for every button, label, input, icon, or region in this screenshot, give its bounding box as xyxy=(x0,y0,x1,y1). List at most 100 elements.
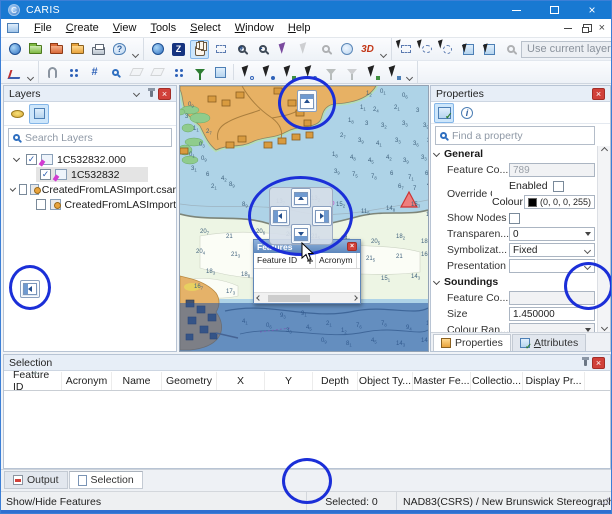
select-page-button[interactable] xyxy=(384,63,403,82)
open-button[interactable] xyxy=(26,40,45,59)
column-header[interactable]: Collectio... xyxy=(471,372,523,390)
checkbox[interactable]: ✓ xyxy=(40,169,51,180)
checkbox[interactable] xyxy=(19,184,27,195)
features-close-button[interactable]: × xyxy=(347,242,357,251)
column-header[interactable]: Name xyxy=(112,372,162,390)
new-workspace-button[interactable] xyxy=(5,40,24,59)
scroll-left-button[interactable] xyxy=(254,293,264,303)
import-button[interactable] xyxy=(47,40,66,59)
tree-row[interactable]: ✓ 1C532832 xyxy=(4,167,176,182)
column-header[interactable]: Y xyxy=(265,372,313,390)
vertical-scrollbar[interactable] xyxy=(597,146,610,332)
column-header[interactable]: Acronym xyxy=(62,372,112,390)
clear-filter-button[interactable] xyxy=(342,63,361,82)
colour-picker[interactable]: (0, 0, 0, 255) xyxy=(524,195,595,209)
pin-button[interactable] xyxy=(145,88,158,100)
menu-tools[interactable]: Tools xyxy=(143,20,183,36)
attach-feature-button[interactable] xyxy=(43,63,62,82)
section-general[interactable]: General xyxy=(431,146,597,162)
menu-window[interactable]: Window xyxy=(228,20,281,36)
enabled-checkbox[interactable] xyxy=(553,181,564,192)
symbolization-combo[interactable]: Fixed xyxy=(509,243,595,257)
select-query-button[interactable] xyxy=(300,63,319,82)
dock-center-bottom-button[interactable] xyxy=(291,224,311,244)
properties-close-button[interactable]: × xyxy=(592,88,605,100)
show-nodes-checkbox[interactable] xyxy=(509,213,520,224)
resize-grip[interactable] xyxy=(602,497,610,505)
dock-center-right-button[interactable] xyxy=(312,206,332,226)
print-button[interactable] xyxy=(89,40,108,59)
horizontal-scrollbar[interactable] xyxy=(254,292,360,303)
info-button[interactable]: i xyxy=(457,103,477,123)
transparency-combo[interactable]: 0 xyxy=(509,227,595,241)
tree-row[interactable]: CreatedFromLASImport xyxy=(4,197,176,212)
overview-button[interactable] xyxy=(316,40,335,59)
select-attach-button[interactable] xyxy=(237,63,256,82)
select-all-button[interactable] xyxy=(459,40,478,59)
column-header[interactable]: X xyxy=(217,372,265,390)
mdi-restore-button[interactable] xyxy=(582,27,589,33)
menu-select[interactable]: Select xyxy=(183,20,228,36)
layers-legend-button[interactable] xyxy=(7,104,27,124)
dock-center-left-button[interactable] xyxy=(270,206,290,226)
column-header[interactable]: Geometry xyxy=(162,372,217,390)
section-soundings[interactable]: Soundings xyxy=(431,274,597,290)
checkbox[interactable]: ✓ xyxy=(26,154,37,165)
tab-attributes[interactable]: Attributes xyxy=(512,334,586,351)
column-header[interactable]: Object Ty... xyxy=(358,372,413,390)
select-visible-button[interactable] xyxy=(480,40,499,59)
layers-panel-header[interactable]: Layers × xyxy=(4,86,176,102)
save-button[interactable] xyxy=(68,40,87,59)
layers-close-button[interactable]: × xyxy=(158,88,171,100)
presentation-combo[interactable] xyxy=(509,259,595,273)
toolbar-overflow-button[interactable] xyxy=(404,61,414,83)
scroll-right-button[interactable] xyxy=(350,293,360,303)
tree-row[interactable]: ✓ 1C532832.000 xyxy=(4,152,176,167)
select-lasso-button[interactable] xyxy=(417,40,436,59)
column-header[interactable]: Depth xyxy=(313,372,358,390)
column-header[interactable]: Master Fe... xyxy=(413,372,471,390)
menu-help[interactable]: Help xyxy=(281,20,318,36)
toolbar-overflow-button[interactable] xyxy=(378,38,388,60)
categorized-view-button[interactable] xyxy=(434,103,454,123)
property-search[interactable] xyxy=(435,126,595,145)
view-3d-button[interactable]: 3D xyxy=(358,40,377,59)
filter-select-button[interactable] xyxy=(321,63,340,82)
tab-properties[interactable]: Properties xyxy=(433,334,511,351)
minimize-button[interactable] xyxy=(497,1,535,19)
select-id-button[interactable] xyxy=(279,63,298,82)
select-zoom-button[interactable] xyxy=(501,40,520,59)
next-view-button[interactable] xyxy=(295,40,314,59)
zoom-in-button[interactable]: + xyxy=(232,40,251,59)
select-radius-button[interactable] xyxy=(438,40,457,59)
scrollbar-thumb[interactable] xyxy=(268,295,310,302)
dock-left-button[interactable] xyxy=(20,280,40,298)
previous-view-button[interactable] xyxy=(274,40,293,59)
edit-id-button[interactable]: # xyxy=(85,63,104,82)
tree-row[interactable]: CreatedFromLASImport.csar xyxy=(4,182,176,197)
column-header[interactable]: Acronym xyxy=(316,253,357,268)
select-green-button[interactable] xyxy=(363,63,382,82)
select-points-button[interactable] xyxy=(258,63,277,82)
world-view-button[interactable] xyxy=(337,40,356,59)
expander-icon[interactable] xyxy=(10,185,16,191)
size-field[interactable]: 1.450000 xyxy=(509,307,595,321)
angle-measure-button[interactable] xyxy=(5,63,24,82)
query-feature-button[interactable] xyxy=(106,63,125,82)
selection-panel-header[interactable]: Selection × xyxy=(4,355,610,371)
expander-icon[interactable] xyxy=(433,149,440,156)
layers-list-button[interactable] xyxy=(29,104,49,124)
close-button[interactable]: × xyxy=(573,1,611,19)
flatten-alt-button[interactable] xyxy=(148,63,167,82)
menu-file[interactable]: File xyxy=(27,20,59,36)
help-button[interactable]: ? xyxy=(110,40,129,59)
column-header[interactable]: Feature ID xyxy=(254,253,316,268)
properties-panel-header[interactable]: Properties × xyxy=(431,86,610,102)
toolbar-overflow-button[interactable] xyxy=(25,61,35,83)
edit-points-button[interactable] xyxy=(64,63,83,82)
layers-search[interactable] xyxy=(8,128,172,147)
view-globe-button[interactable] xyxy=(148,40,167,59)
panel-menu-button[interactable] xyxy=(130,88,143,100)
selection-close-button[interactable]: × xyxy=(592,357,605,369)
tab-output[interactable]: Output xyxy=(4,471,68,489)
